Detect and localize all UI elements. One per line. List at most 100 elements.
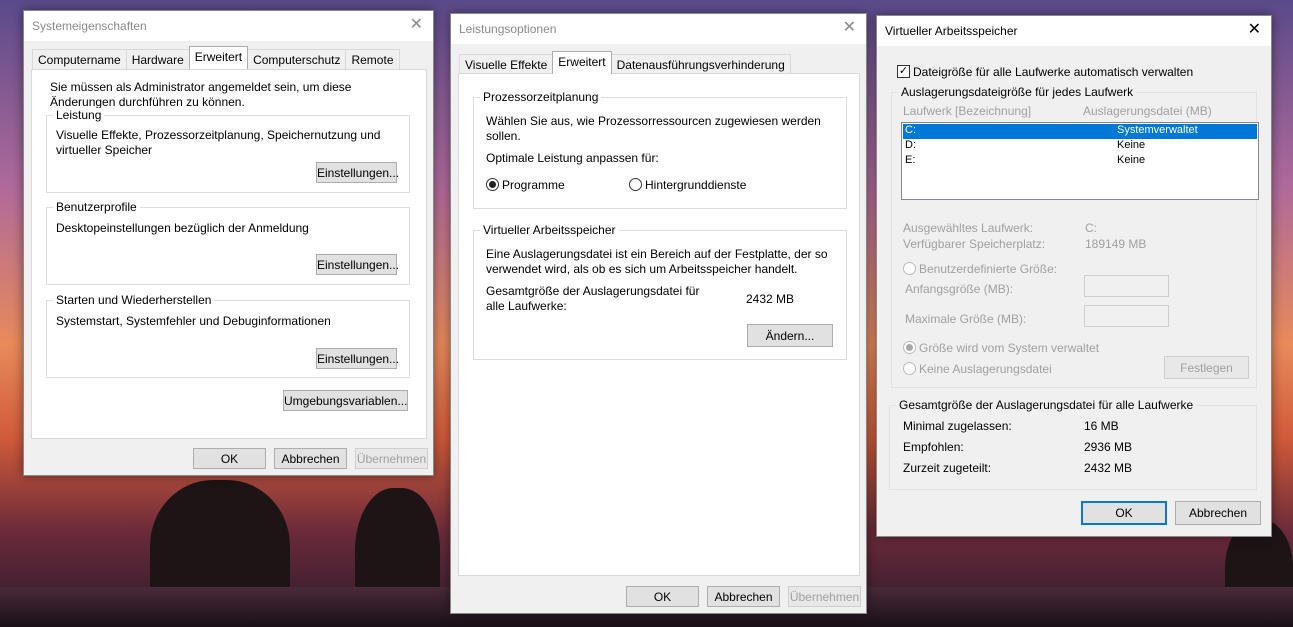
- total-paging-size-label: Gesamtgröße der Auslagerungsdatei für al…: [486, 284, 700, 313]
- tab-visuelle-effekte[interactable]: Visuelle Effekte: [459, 54, 554, 74]
- drive-pagefile: Keine: [1117, 139, 1146, 151]
- virtual-memory-window: Virtueller Arbeitsspeicher ✕ ✓ Dateigröß…: [876, 15, 1272, 537]
- system-properties-content: Computername Hardware Erweitert Computer…: [24, 41, 433, 475]
- virtual-memory-label: Virtueller Arbeitsspeicher: [480, 223, 619, 237]
- tab-datenausfuehrungsverhinderung[interactable]: Datenausführungsverhinderung: [610, 54, 791, 74]
- tab-page-erweitert: Prozessorzeitplanung Wählen Sie aus, wie…: [458, 73, 860, 576]
- virtual-memory-titlebar: Virtueller Arbeitsspeicher ✕: [877, 16, 1271, 46]
- cpu-scheduling-label: Prozessorzeitplanung: [480, 90, 602, 104]
- tab-page-erweitert: Sie müssen als Administrator angemeldet …: [31, 69, 427, 439]
- auto-manage-checkbox[interactable]: ✓: [897, 65, 910, 78]
- system-properties-window: Systemeigenschaften ✕ Computername Hardw…: [23, 10, 434, 476]
- system-properties-tabs: Computername Hardware Erweitert Computer…: [32, 46, 400, 69]
- close-icon[interactable]: ✕: [1248, 22, 1261, 38]
- cpu-scheduling-description: Wählen Sie aus, wie Prozessorressourcen …: [486, 114, 821, 143]
- hintergrunddienste-radio[interactable]: [629, 178, 642, 191]
- total-paging-group: Gesamtgröße der Auslagerungsdatei für al…: [889, 398, 1257, 490]
- ok-button[interactable]: OK: [1081, 501, 1167, 525]
- starten-label: Starten und Wiederherstellen: [53, 293, 215, 307]
- performance-options-tabs: Visuelle Effekte Erweitert Datenausführu…: [459, 51, 791, 74]
- per-drive-label: Auslagerungsdateigröße für jedes Laufwer…: [898, 85, 1137, 99]
- leistung-group: Leistung Visuelle Effekte, Prozessorzeit…: [46, 108, 410, 193]
- performance-options-titlebar: Leistungsoptionen ✕: [451, 14, 866, 44]
- apply-button[interactable]: Übernehmen: [355, 448, 428, 469]
- benutzerprofile-label: Benutzerprofile: [53, 200, 140, 214]
- close-icon[interactable]: ✕: [410, 17, 423, 33]
- apply-button[interactable]: Übernehmen: [788, 586, 861, 607]
- drive-name: E:: [905, 154, 916, 166]
- recommended-label: Empfohlen:: [903, 440, 964, 454]
- starten-group: Starten und Wiederherstellen Systemstart…: [46, 293, 410, 378]
- min-allowed-label: Minimal zugelassen:: [903, 419, 1012, 433]
- system-properties-titlebar: Systemeigenschaften ✕: [24, 11, 433, 41]
- ok-button[interactable]: OK: [193, 448, 266, 469]
- hintergrunddienste-label: Hintergrunddienste: [645, 178, 747, 192]
- performance-options-title: Leistungsoptionen: [459, 22, 557, 36]
- list-item[interactable]: D: Keine: [903, 139, 1257, 154]
- total-paging-size-value: 2432 MB: [746, 292, 795, 306]
- free-space-label: Verfügbarer Speicherplatz:: [903, 237, 1046, 251]
- virtual-memory-content: ✓ Dateigröße für alle Laufwerke automati…: [877, 46, 1271, 536]
- max-size-input[interactable]: [1084, 305, 1169, 327]
- drive-name: D:: [905, 139, 916, 151]
- tab-remote[interactable]: Remote: [345, 49, 400, 69]
- list-item[interactable]: E: Keine: [903, 154, 1257, 169]
- custom-size-radio[interactable]: [903, 262, 916, 275]
- system-managed-radio[interactable]: [903, 341, 916, 354]
- admin-note: Sie müssen als Administrator angemeldet …: [50, 80, 352, 109]
- virtual-memory-title: Virtueller Arbeitsspeicher: [885, 24, 1018, 38]
- performance-options-content: Visuelle Effekte Erweitert Datenausführu…: [451, 44, 866, 613]
- cancel-button[interactable]: Abbrechen: [1175, 501, 1261, 525]
- starten-description: Systemstart, Systemfehler und Debuginfor…: [56, 314, 331, 328]
- benutzerprofile-settings-button[interactable]: Einstellungen...: [316, 254, 399, 275]
- currently-allocated-value: 2432 MB: [1084, 461, 1133, 475]
- free-space-value: 189149 MB: [1085, 237, 1147, 251]
- tab-computerschutz[interactable]: Computerschutz: [247, 49, 347, 69]
- tab-computername[interactable]: Computername: [32, 49, 127, 69]
- initial-size-input[interactable]: [1084, 275, 1169, 297]
- custom-size-label: Benutzerdefinierte Größe:: [919, 262, 1058, 276]
- column-drive-header: Laufwerk [Bezeichnung]: [903, 104, 1032, 118]
- per-drive-group: Auslagerungsdateigröße für jedes Laufwer…: [891, 85, 1259, 388]
- system-properties-title: Systemeigenschaften: [32, 19, 147, 33]
- drive-name: C:: [905, 124, 916, 136]
- total-paging-label: Gesamtgröße der Auslagerungsdatei für al…: [896, 398, 1197, 412]
- drive-pagefile: Keine: [1117, 154, 1146, 166]
- selected-drive-label: Ausgewähltes Laufwerk:: [903, 221, 1034, 235]
- leistung-label: Leistung: [53, 108, 105, 122]
- cancel-button[interactable]: Abbrechen: [274, 448, 347, 469]
- programme-label: Programme: [502, 178, 565, 192]
- tab-erweitert[interactable]: Erweitert: [188, 46, 249, 69]
- auto-manage-label: Dateigröße für alle Laufwerke automatisc…: [913, 65, 1194, 79]
- set-button[interactable]: Festlegen: [1164, 356, 1249, 379]
- performance-options-window: Leistungsoptionen ✕ Visuelle Effekte Erw…: [450, 13, 867, 614]
- tab-hardware[interactable]: Hardware: [125, 49, 190, 69]
- no-paging-radio[interactable]: [903, 362, 916, 375]
- currently-allocated-label: Zurzeit zugeteilt:: [903, 461, 992, 475]
- cpu-scheduling-group: Prozessorzeitplanung Wählen Sie aus, wie…: [473, 90, 847, 209]
- cancel-button[interactable]: Abbrechen: [707, 586, 780, 607]
- change-button[interactable]: Ändern...: [747, 324, 833, 347]
- benutzerprofile-description: Desktopeinstellungen bezüglich der Anmel…: [56, 221, 309, 235]
- ok-button[interactable]: OK: [626, 586, 699, 607]
- system-managed-label: Größe wird vom System verwaltet: [919, 341, 1100, 355]
- recommended-value: 2936 MB: [1084, 440, 1133, 454]
- list-item[interactable]: C: Systemverwaltet: [903, 124, 1257, 139]
- column-pagefile-header: Auslagerungsdatei (MB): [1083, 104, 1212, 118]
- environment-variables-button[interactable]: Umgebungsvariablen...: [283, 390, 408, 411]
- virtual-memory-group: Virtueller Arbeitsspeicher Eine Auslager…: [473, 223, 847, 360]
- leistung-description: Visuelle Effekte, Prozessorzeitplanung, …: [56, 128, 381, 157]
- tab-erweitert[interactable]: Erweitert: [552, 51, 612, 74]
- drive-list[interactable]: C: Systemverwaltet D: Keine E: Keine: [901, 122, 1259, 200]
- benutzerprofile-group: Benutzerprofile Desktopeinstellungen bez…: [46, 200, 410, 285]
- initial-size-label: Anfangsgröße (MB):: [905, 282, 1014, 296]
- optimize-label: Optimale Leistung anpassen für:: [486, 151, 659, 165]
- leistung-settings-button[interactable]: Einstellungen...: [316, 162, 399, 183]
- programme-radio[interactable]: [486, 178, 499, 191]
- max-size-label: Maximale Größe (MB):: [905, 312, 1027, 326]
- starten-settings-button[interactable]: Einstellungen...: [316, 348, 399, 369]
- selected-drive-value: C:: [1085, 221, 1097, 235]
- virtual-memory-description: Eine Auslagerungsdatei ist ein Bereich a…: [486, 247, 828, 276]
- close-icon[interactable]: ✕: [843, 20, 856, 36]
- min-allowed-value: 16 MB: [1084, 419, 1119, 433]
